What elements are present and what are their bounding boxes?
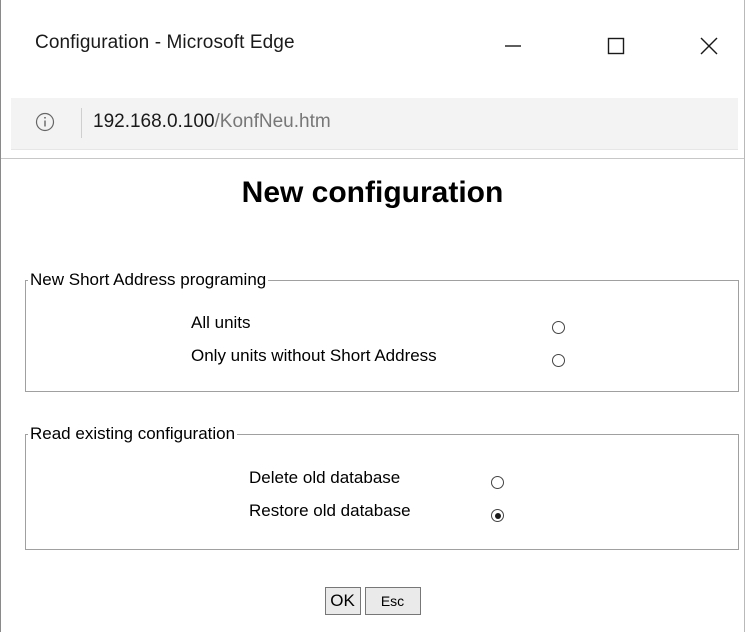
url-host: 192.168.0.100 <box>93 111 215 132</box>
short-address-group: New Short Address programing <box>25 270 739 392</box>
button-row: OK Esc <box>1 587 744 615</box>
url-path: /KonfNeu.htm <box>214 111 331 132</box>
read-config-legend: Read existing configuration <box>30 424 236 443</box>
address-bar[interactable]: 192.168.0.100/KonfNeu.htm <box>11 98 738 150</box>
ok-button[interactable]: OK <box>324 587 361 615</box>
page-content: New configuration New Short Address prog… <box>1 160 744 632</box>
title-bar: Configuration - Microsoft Edge <box>1 0 744 88</box>
url-text[interactable]: 192.168.0.100/KonfNeu.htm <box>93 111 331 133</box>
option-restore-db-label: Restore old database <box>249 501 411 520</box>
radio-restore-db[interactable] <box>491 509 504 522</box>
page-title: New configuration <box>241 176 504 209</box>
radio-all-units[interactable] <box>552 321 565 334</box>
maximize-button[interactable] <box>584 18 648 74</box>
esc-button[interactable]: Esc <box>364 587 421 615</box>
short-address-legend: New Short Address programing <box>30 270 267 289</box>
close-button[interactable] <box>677 18 741 74</box>
close-icon <box>700 37 718 55</box>
option-all-units-label: All units <box>191 313 251 332</box>
maximize-icon <box>607 37 625 55</box>
option-delete-db-label: Delete old database <box>249 468 401 487</box>
browser-window: Configuration - Microsoft Edge 192.168.0… <box>0 0 745 632</box>
info-icon[interactable] <box>35 112 55 132</box>
window-title: Configuration - Microsoft Edge <box>35 32 295 53</box>
address-divider <box>81 108 82 138</box>
content-divider <box>1 158 744 159</box>
radio-delete-db[interactable] <box>491 476 504 489</box>
radio-only-without-address[interactable] <box>552 354 565 367</box>
minimize-icon <box>505 45 521 47</box>
minimize-button[interactable] <box>481 18 545 74</box>
option-only-without-address-label: Only units without Short Address <box>191 346 437 365</box>
